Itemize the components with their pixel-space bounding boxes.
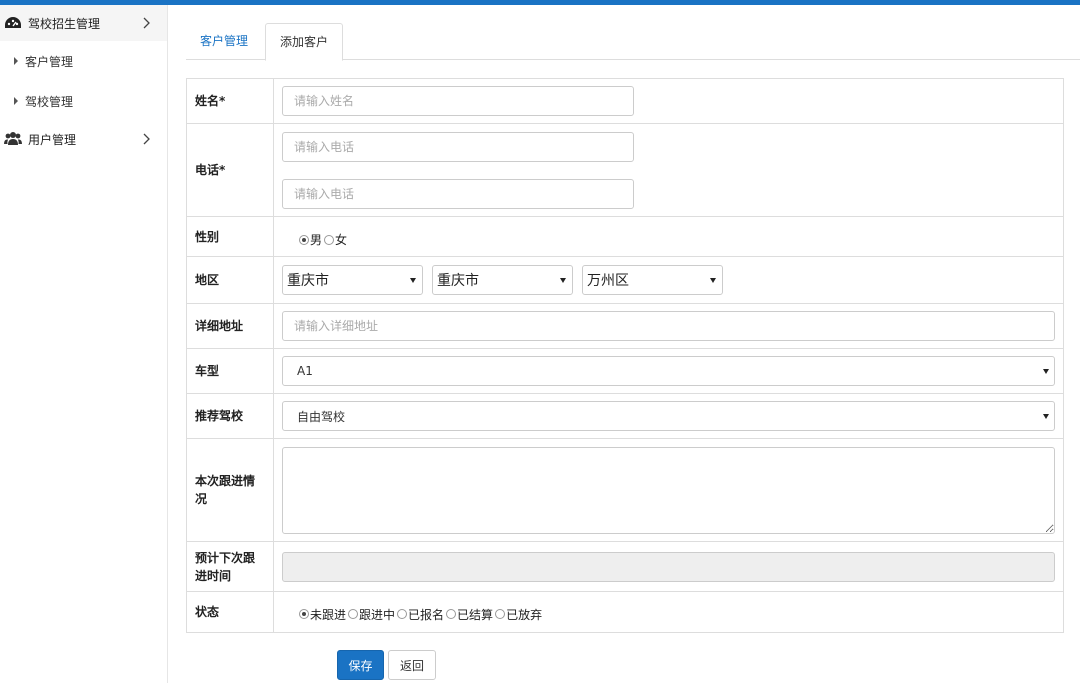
gender-radio-male[interactable]: 男 (299, 231, 322, 248)
car-type-label: 车型 (186, 348, 274, 394)
radio-checked-icon (299, 609, 309, 619)
sidebar-item-school-management[interactable]: 驾校管理 (0, 81, 167, 121)
followup-textarea[interactable] (282, 446, 1055, 534)
district-select[interactable]: 万州区 (582, 265, 723, 295)
school-select[interactable]: 自由驾校 (282, 401, 1055, 431)
add-customer-form: 姓名* 电话* 性别 男 女 地区 重庆市 重庆市 万州区 详 (186, 78, 1064, 633)
caret-right-icon (14, 97, 18, 105)
dropdown-caret-icon (1043, 414, 1049, 419)
car-type-select[interactable]: A1 (282, 356, 1055, 386)
name-input[interactable] (282, 86, 634, 116)
dropdown-caret-icon (1043, 369, 1049, 374)
status-radio-abandoned[interactable]: 已放弃 (495, 606, 542, 623)
sidebar: 驾校招生管理 客户管理 驾校管理 用户管理 (0, 5, 168, 683)
sidebar-item-customer-management[interactable]: 客户管理 (0, 41, 167, 81)
dropdown-caret-icon (410, 278, 416, 283)
status-radio-group: 未跟进 跟进中 已报名 已结算 已放弃 (282, 602, 1055, 623)
sidebar-group-user-management[interactable]: 用户管理 (0, 121, 167, 157)
radio-checked-icon (299, 234, 309, 245)
dropdown-caret-icon (710, 278, 716, 283)
radio-unchecked-icon (348, 609, 359, 619)
tab-add-customer[interactable]: 添加客户 (265, 23, 344, 61)
status-radio-following[interactable]: 跟进中 (348, 606, 395, 623)
dropdown-caret-icon (560, 278, 566, 283)
status-label: 状态 (186, 591, 274, 633)
sidebar-group-school-enrollment[interactable]: 驾校招生管理 (0, 5, 167, 41)
city-select[interactable]: 重庆市 (432, 265, 573, 295)
users-icon (4, 130, 22, 148)
radio-unchecked-icon (324, 234, 335, 245)
address-input[interactable] (282, 311, 1055, 341)
caret-right-icon (14, 57, 18, 65)
region-label: 地区 (186, 256, 274, 304)
followup-label: 本次跟进情况 (186, 438, 274, 542)
gender-radio-group: 男 女 (282, 225, 1055, 248)
phone-input-primary[interactable] (282, 131, 634, 162)
chevron-right-icon (143, 133, 153, 145)
phone-label: 电话* (186, 123, 274, 217)
back-button[interactable]: 返回 (388, 650, 436, 680)
sidebar-item-label: 客户管理 (25, 54, 74, 69)
radio-unchecked-icon (397, 609, 408, 619)
next-time-label: 预计下次跟进时间 (186, 541, 274, 592)
phone-input-secondary[interactable] (282, 178, 634, 209)
name-label: 姓名* (186, 78, 274, 124)
sidebar-group-label: 驾校招生管理 (28, 16, 101, 31)
tab-bar: 客户管理 添加客户 (186, 23, 1080, 61)
radio-unchecked-icon (446, 609, 457, 619)
tab-customer-management[interactable]: 客户管理 (186, 23, 262, 60)
save-button[interactable]: 保存 (337, 650, 384, 680)
next-time-input[interactable] (282, 551, 1055, 582)
status-radio-not-followed[interactable]: 未跟进 (299, 606, 346, 623)
gender-label: 性别 (186, 216, 274, 257)
status-radio-settled[interactable]: 已结算 (446, 606, 493, 623)
sidebar-group-label: 用户管理 (28, 132, 77, 147)
status-radio-enrolled[interactable]: 已报名 (397, 606, 444, 623)
school-label: 推荐驾校 (186, 393, 274, 439)
address-label: 详细地址 (186, 303, 274, 349)
province-select[interactable]: 重庆市 (282, 265, 423, 295)
dashboard-icon (4, 14, 22, 32)
sidebar-item-label: 驾校管理 (25, 94, 74, 109)
gender-radio-female[interactable]: 女 (324, 231, 347, 248)
chevron-right-icon (143, 17, 153, 29)
radio-unchecked-icon (495, 609, 506, 619)
